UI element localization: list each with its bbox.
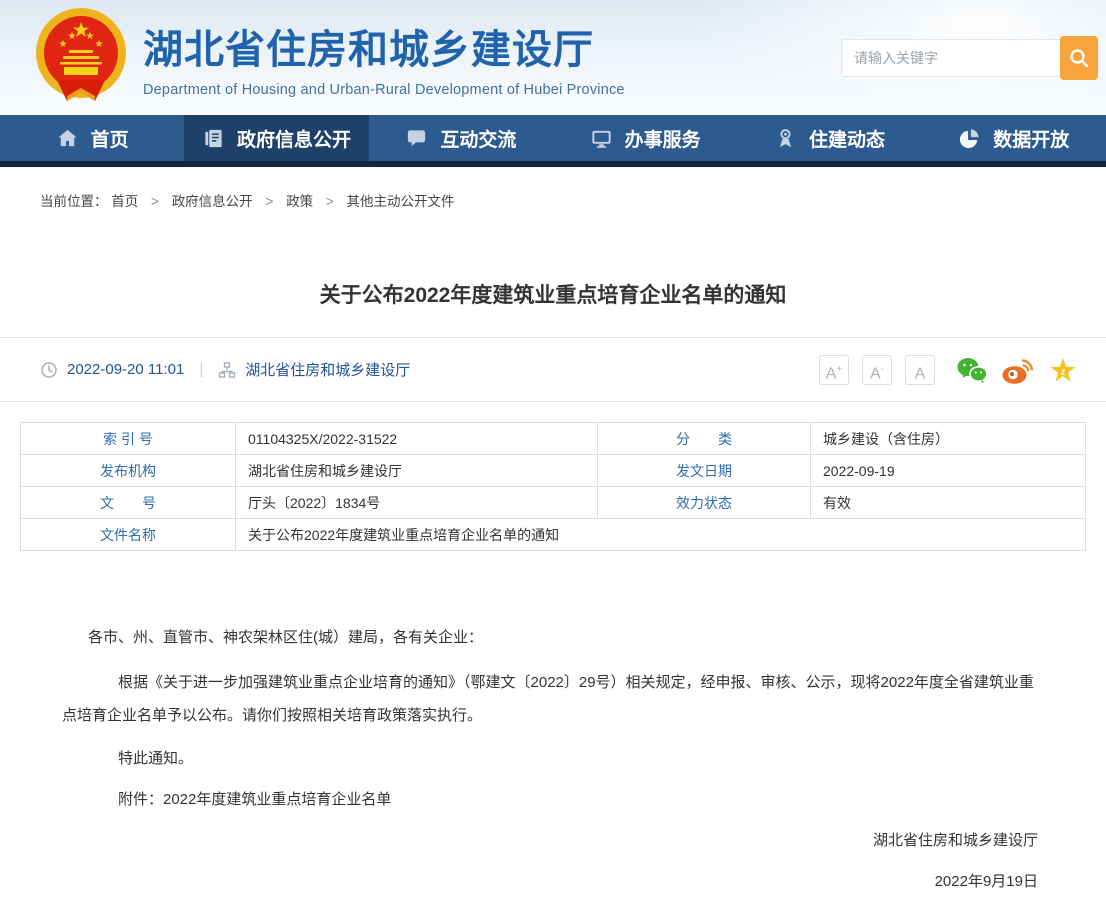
clock-icon	[40, 361, 58, 379]
body-sign-date: 2022年9月19日	[62, 865, 1038, 898]
article-title: 关于公布2022年度建筑业重点培育企业名单的通知	[0, 279, 1106, 309]
meta-validity-label: 效力状态	[598, 487, 811, 519]
chat-bubble-icon	[405, 127, 428, 150]
breadcrumb-gov-info[interactable]: 政府信息公开	[172, 194, 253, 209]
meta-row-3: 文 号 厅头〔2022〕1834号 效力状态 有效	[21, 487, 1086, 519]
share-wechat-button[interactable]	[956, 356, 988, 384]
star-icon: z	[1048, 355, 1078, 385]
meta-category-value: 城乡建设（含住房）	[811, 423, 1086, 455]
meta-doc-no-value: 厅头〔2022〕1834号	[236, 487, 598, 519]
nav-item-home[interactable]: 首页	[0, 115, 184, 161]
font-decrease-sup: -	[881, 364, 884, 375]
svg-text:★: ★	[95, 39, 104, 50]
font-increase-sup: +	[836, 364, 842, 375]
body-salutation: 各市、州、直管市、神农架林区住(城）建局，各有关企业：	[62, 621, 1038, 654]
meta-issuer-label: 发布机构	[21, 455, 236, 487]
body-notice-line: 特此通知。	[62, 742, 1038, 775]
font-reset-button[interactable]: A	[905, 355, 935, 385]
search-icon	[1068, 47, 1090, 69]
nav-item-label: 互动交流	[440, 125, 516, 152]
svg-text:★: ★	[86, 31, 95, 42]
article-source: 湖北省住房和城乡建设厅	[245, 359, 410, 380]
meta-row-4: 文件名称 关于公布2022年度建筑业重点培育企业名单的通知	[21, 519, 1086, 551]
breadcrumb-separator: >	[151, 194, 159, 209]
home-icon	[56, 127, 79, 150]
meta-issuer-value: 湖北省住房和城乡建设厅	[236, 455, 598, 487]
search-button[interactable]	[1060, 36, 1098, 80]
national-emblem-icon: ★ ★ ★ ★ ★	[33, 8, 129, 104]
font-decrease-label: A	[870, 365, 881, 382]
meta-issue-date-value: 2022-09-19	[811, 455, 1086, 487]
body-attachment-line: 附件：2022年度建筑业重点培育企业名单	[62, 783, 1038, 816]
nav-item-label: 办事服务	[625, 125, 701, 152]
site-header: ★ ★ ★ ★ ★ 湖北省住房和城乡建设厅 Department of Hous…	[0, 0, 1106, 115]
meta-row-2: 发布机构 湖北省住房和城乡建设厅 发文日期 2022-09-19	[21, 455, 1086, 487]
meta-index-label: 索 引 号	[21, 423, 236, 455]
wechat-icon	[956, 356, 988, 384]
nav-item-news[interactable]: 住建动态	[737, 115, 921, 161]
monitor-icon	[590, 127, 613, 150]
article-meta-left: 2022-09-20 11:01 | 湖北省住房和城乡建设厅	[40, 359, 410, 380]
nav-item-label: 首页	[91, 125, 129, 152]
body-signature: 湖北省住房和城乡建设厅	[62, 824, 1038, 857]
article-body: 各市、州、直管市、神农架林区住(城）建局，各有关企业： 根据《关于进一步加强建筑…	[62, 621, 1038, 898]
meta-index-value: 01104325X/2022-31522	[236, 423, 598, 455]
meta-issue-date-label: 发文日期	[598, 455, 811, 487]
nav-item-label: 政府信息公开	[237, 125, 351, 152]
breadcrumb-policy[interactable]: 政策	[286, 194, 313, 209]
divider	[0, 401, 1106, 402]
site-title-block: 湖北省住房和城乡建设厅 Department of Housing and Ur…	[143, 17, 625, 98]
article-meta-right: A+ A- A	[819, 355, 1078, 385]
meta-category-label: 分 类	[598, 423, 811, 455]
nav-item-label: 住建动态	[809, 125, 885, 152]
font-reset-label: A	[915, 365, 926, 382]
nav-item-label: 数据开放	[993, 125, 1069, 152]
national-emblem-logo: ★ ★ ★ ★ ★	[33, 8, 129, 109]
pie-chart-icon	[958, 127, 981, 150]
breadcrumb: 当前位置： 首页 > 政府信息公开 > 政策 > 其他主动公开文件	[0, 167, 1106, 210]
nav-item-open-data[interactable]: 数据开放	[922, 115, 1106, 161]
publish-time: 2022-09-20 11:01	[67, 361, 184, 378]
site-search	[841, 36, 1098, 80]
meta-pipe: |	[199, 361, 203, 378]
meta-doc-no-label: 文 号	[21, 487, 236, 519]
font-decrease-button[interactable]: A-	[862, 355, 892, 385]
site-title: 湖北省住房和城乡建设厅	[143, 17, 625, 75]
main-nav: 首页 政府信息公开 互动交流 办事服务	[0, 115, 1106, 167]
nav-item-gov-info[interactable]: 政府信息公开	[184, 115, 368, 161]
article-meta-row: 2022-09-20 11:01 | 湖北省住房和城乡建设厅 A+ A- A	[0, 338, 1106, 401]
share-weibo-button[interactable]	[1001, 355, 1035, 385]
nav-item-services[interactable]: 办事服务	[553, 115, 737, 161]
breadcrumb-prefix: 当前位置：	[40, 194, 108, 209]
breadcrumb-separator: >	[326, 194, 334, 209]
svg-text:★: ★	[59, 39, 68, 50]
weibo-icon	[1001, 355, 1035, 385]
breadcrumb-current[interactable]: 其他主动公开文件	[347, 194, 455, 209]
breadcrumb-home[interactable]: 首页	[111, 194, 138, 209]
badge-icon	[774, 127, 797, 150]
article: 关于公布2022年度建筑业重点培育企业名单的通知 2022-09-20 11:0…	[0, 279, 1106, 898]
meta-doc-title-label: 文件名称	[21, 519, 236, 551]
search-input[interactable]	[841, 39, 1060, 77]
meta-row-1: 索 引 号 01104325X/2022-31522 分 类 城乡建设（含住房）	[21, 423, 1086, 455]
svg-text:z: z	[1061, 367, 1066, 378]
meta-validity-value: 有效	[811, 487, 1086, 519]
site-subtitle: Department of Housing and Urban-Rural De…	[143, 82, 625, 98]
nav-item-interaction[interactable]: 互动交流	[369, 115, 553, 161]
meta-table: 索 引 号 01104325X/2022-31522 分 类 城乡建设（含住房）…	[20, 422, 1086, 551]
favorite-qzone-button[interactable]: z	[1048, 355, 1078, 385]
breadcrumb-separator: >	[265, 194, 273, 209]
font-increase-label: A	[826, 365, 837, 382]
font-increase-button[interactable]: A+	[819, 355, 849, 385]
body-paragraph: 根据《关于进一步加强建筑业重点企业培育的通知》（鄂建文〔2022〕29号）相关规…	[62, 666, 1038, 732]
document-icon	[202, 127, 225, 150]
meta-doc-title-value: 关于公布2022年度建筑业重点培育企业名单的通知	[236, 519, 1086, 551]
svg-text:★: ★	[68, 31, 77, 42]
org-sitemap-icon	[218, 361, 236, 379]
